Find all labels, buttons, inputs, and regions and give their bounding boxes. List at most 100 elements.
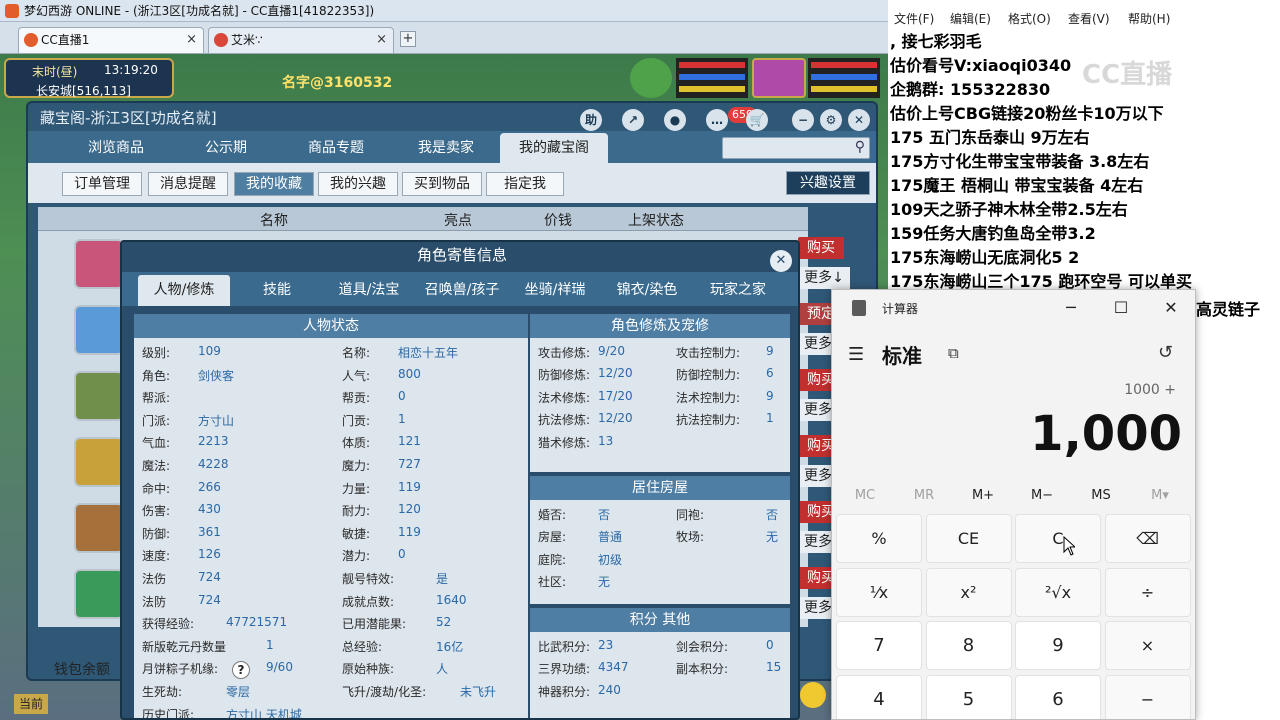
help-button[interactable]: 助 bbox=[580, 109, 602, 131]
info-value: 9/20 bbox=[598, 344, 625, 358]
sub-notifications[interactable]: 消息提醒 bbox=[148, 172, 228, 196]
tab-cc-live[interactable]: CC直播1 × bbox=[18, 27, 204, 53]
item-icon[interactable] bbox=[74, 569, 124, 619]
subtract-key[interactable]: − bbox=[1104, 674, 1191, 719]
square-key[interactable]: x² bbox=[925, 567, 1012, 617]
new-tab-button[interactable]: + bbox=[400, 31, 416, 47]
menu-view[interactable]: 查看(V) bbox=[1068, 10, 1110, 27]
info-row: 攻击控制力: 9 bbox=[676, 344, 786, 361]
info-value: 13 bbox=[598, 433, 614, 448]
tab-aimi[interactable]: 艾米∵ × bbox=[208, 27, 394, 53]
interest-settings-button[interactable]: 兴趣设置 bbox=[786, 171, 870, 195]
sub-bought[interactable]: 买到物品 bbox=[402, 172, 482, 196]
minimize-icon[interactable]: − bbox=[792, 109, 814, 131]
minimize-icon[interactable]: ─ bbox=[1056, 296, 1086, 320]
cart-icon[interactable]: 🛒 bbox=[746, 109, 768, 131]
digit-8-key[interactable]: 8 bbox=[925, 621, 1012, 670]
info-label: 防御控制力: bbox=[676, 368, 741, 383]
tab-my-store[interactable]: 我的藏宝阁 bbox=[500, 133, 608, 163]
menu-help[interactable]: 帮助(H) bbox=[1128, 10, 1170, 27]
clear-key[interactable]: C bbox=[1015, 514, 1101, 563]
close-tab-icon[interactable]: × bbox=[186, 28, 197, 52]
stat-label: 生死劫: bbox=[142, 685, 183, 699]
stat-row: 门派: 方寸山 bbox=[142, 412, 332, 429]
wallet-balance-label: 钱包余额 bbox=[54, 662, 110, 678]
info-row: 攻击修炼: 9/20 bbox=[538, 344, 668, 361]
digit-4-key[interactable]: 4 bbox=[836, 674, 922, 719]
info-value: 6 bbox=[766, 366, 774, 381]
digit-6-key[interactable]: 6 bbox=[1015, 674, 1101, 719]
tab-character[interactable]: 人物/修炼 bbox=[138, 275, 230, 306]
close-icon[interactable]: ✕ bbox=[848, 109, 870, 131]
tab-topics[interactable]: 商品专题 bbox=[278, 133, 394, 163]
info-row: 三界功绩: 4347 bbox=[538, 660, 668, 677]
stat-row: 耐力: 120 bbox=[342, 502, 522, 519]
tab-player-home[interactable]: 玩家之家 bbox=[694, 275, 782, 306]
tab-seller[interactable]: 我是卖家 bbox=[394, 133, 498, 163]
pet-portrait[interactable] bbox=[630, 58, 672, 98]
tab-outfits[interactable]: 锦衣/染色 bbox=[602, 275, 692, 306]
close-icon[interactable]: ✕ bbox=[770, 250, 792, 272]
multiply-key[interactable]: × bbox=[1104, 621, 1191, 670]
emoji-icon[interactable] bbox=[800, 682, 826, 708]
record-icon[interactable]: ● bbox=[664, 109, 686, 131]
character-status-panel: 人物状态 ? 级别: 109 角色: 剑侠客 帮派: 门派: 方寸山 气血: 2213 魔法: 42… bbox=[134, 314, 528, 718]
memory-button[interactable]: M− bbox=[1013, 488, 1071, 503]
message-icon[interactable]: … bbox=[706, 109, 728, 131]
memory-button[interactable]: MC bbox=[836, 488, 894, 503]
calculator-app-icon bbox=[852, 300, 866, 316]
store-title: 藏宝阁-浙江3区[功成名就] bbox=[40, 109, 217, 127]
hamburger-menu-icon[interactable]: ☰ bbox=[848, 344, 864, 365]
backspace-key[interactable]: ⌫ bbox=[1104, 514, 1191, 563]
menu-format[interactable]: 格式(O) bbox=[1008, 10, 1051, 27]
sub-favorites[interactable]: 我的收藏 bbox=[234, 172, 314, 196]
character-avatar[interactable] bbox=[74, 239, 124, 289]
buy-button[interactable]: 购买 bbox=[798, 237, 844, 259]
menu-file[interactable]: 文件(F) bbox=[894, 10, 934, 27]
item-icon[interactable] bbox=[74, 371, 124, 421]
current-channel-button[interactable]: 当前 bbox=[14, 694, 48, 714]
keep-on-top-icon[interactable]: ⧉ bbox=[948, 344, 959, 362]
item-icon[interactable] bbox=[74, 437, 124, 487]
search-icon[interactable]: ⚲ bbox=[855, 139, 865, 155]
info-dialog-title: 角色寄售信息 bbox=[416, 246, 507, 264]
percent-key[interactable]: % bbox=[836, 514, 922, 563]
cc-logo-icon bbox=[24, 33, 38, 47]
tab-browse-goods[interactable]: 浏览商品 bbox=[58, 133, 174, 163]
sub-orders[interactable]: 订单管理 bbox=[62, 172, 142, 196]
store-search-input[interactable]: ⚲ bbox=[722, 137, 870, 159]
divide-key[interactable]: ÷ bbox=[1104, 567, 1191, 617]
tab-items[interactable]: 道具/法宝 bbox=[324, 275, 414, 306]
clear-entry-key[interactable]: CE bbox=[925, 514, 1012, 563]
square-root-key[interactable]: ²√x bbox=[1015, 567, 1101, 617]
digit-7-key[interactable]: 7 bbox=[836, 621, 922, 670]
sub-assigned-to-me[interactable]: 指定我 bbox=[486, 172, 564, 196]
menu-edit[interactable]: 编辑(E) bbox=[950, 10, 991, 27]
close-tab-icon[interactable]: × bbox=[376, 28, 387, 52]
digit-9-key[interactable]: 9 bbox=[1015, 621, 1101, 670]
maximize-icon[interactable]: ☐ bbox=[1106, 296, 1136, 320]
info-value: 17/20 bbox=[598, 388, 633, 403]
more-button[interactable]: 更多↓ bbox=[798, 267, 850, 289]
digit-5-key[interactable]: 5 bbox=[925, 674, 1012, 719]
close-icon[interactable]: ✕ bbox=[1156, 296, 1186, 320]
item-icon[interactable] bbox=[74, 305, 124, 355]
history-icon[interactable]: ↺ bbox=[1158, 342, 1173, 363]
share-icon[interactable]: ↗ bbox=[622, 109, 644, 131]
tab-mounts[interactable]: 坐骑/祥瑞 bbox=[510, 275, 600, 306]
tab-skills[interactable]: 技能 bbox=[232, 275, 322, 306]
game-time: 末时(昼) bbox=[32, 65, 78, 79]
memory-button[interactable]: MS bbox=[1072, 488, 1130, 503]
stat-label: 魔法: bbox=[142, 459, 171, 473]
player-portrait[interactable] bbox=[752, 58, 806, 98]
item-icon[interactable] bbox=[74, 503, 124, 553]
memory-button[interactable]: M+ bbox=[954, 488, 1012, 503]
settings-icon[interactable]: ⚙ bbox=[820, 109, 842, 131]
reciprocal-key[interactable]: ¹⁄x bbox=[836, 567, 922, 617]
tab-public-period[interactable]: 公示期 bbox=[174, 133, 278, 163]
sub-interests[interactable]: 我的兴趣 bbox=[318, 172, 398, 196]
memory-button[interactable]: M▾ bbox=[1131, 488, 1189, 503]
tab-pets[interactable]: 召唤兽/孩子 bbox=[416, 275, 508, 306]
memory-button[interactable]: MR bbox=[895, 488, 953, 503]
info-row: 神器积分: 240 bbox=[538, 683, 668, 700]
